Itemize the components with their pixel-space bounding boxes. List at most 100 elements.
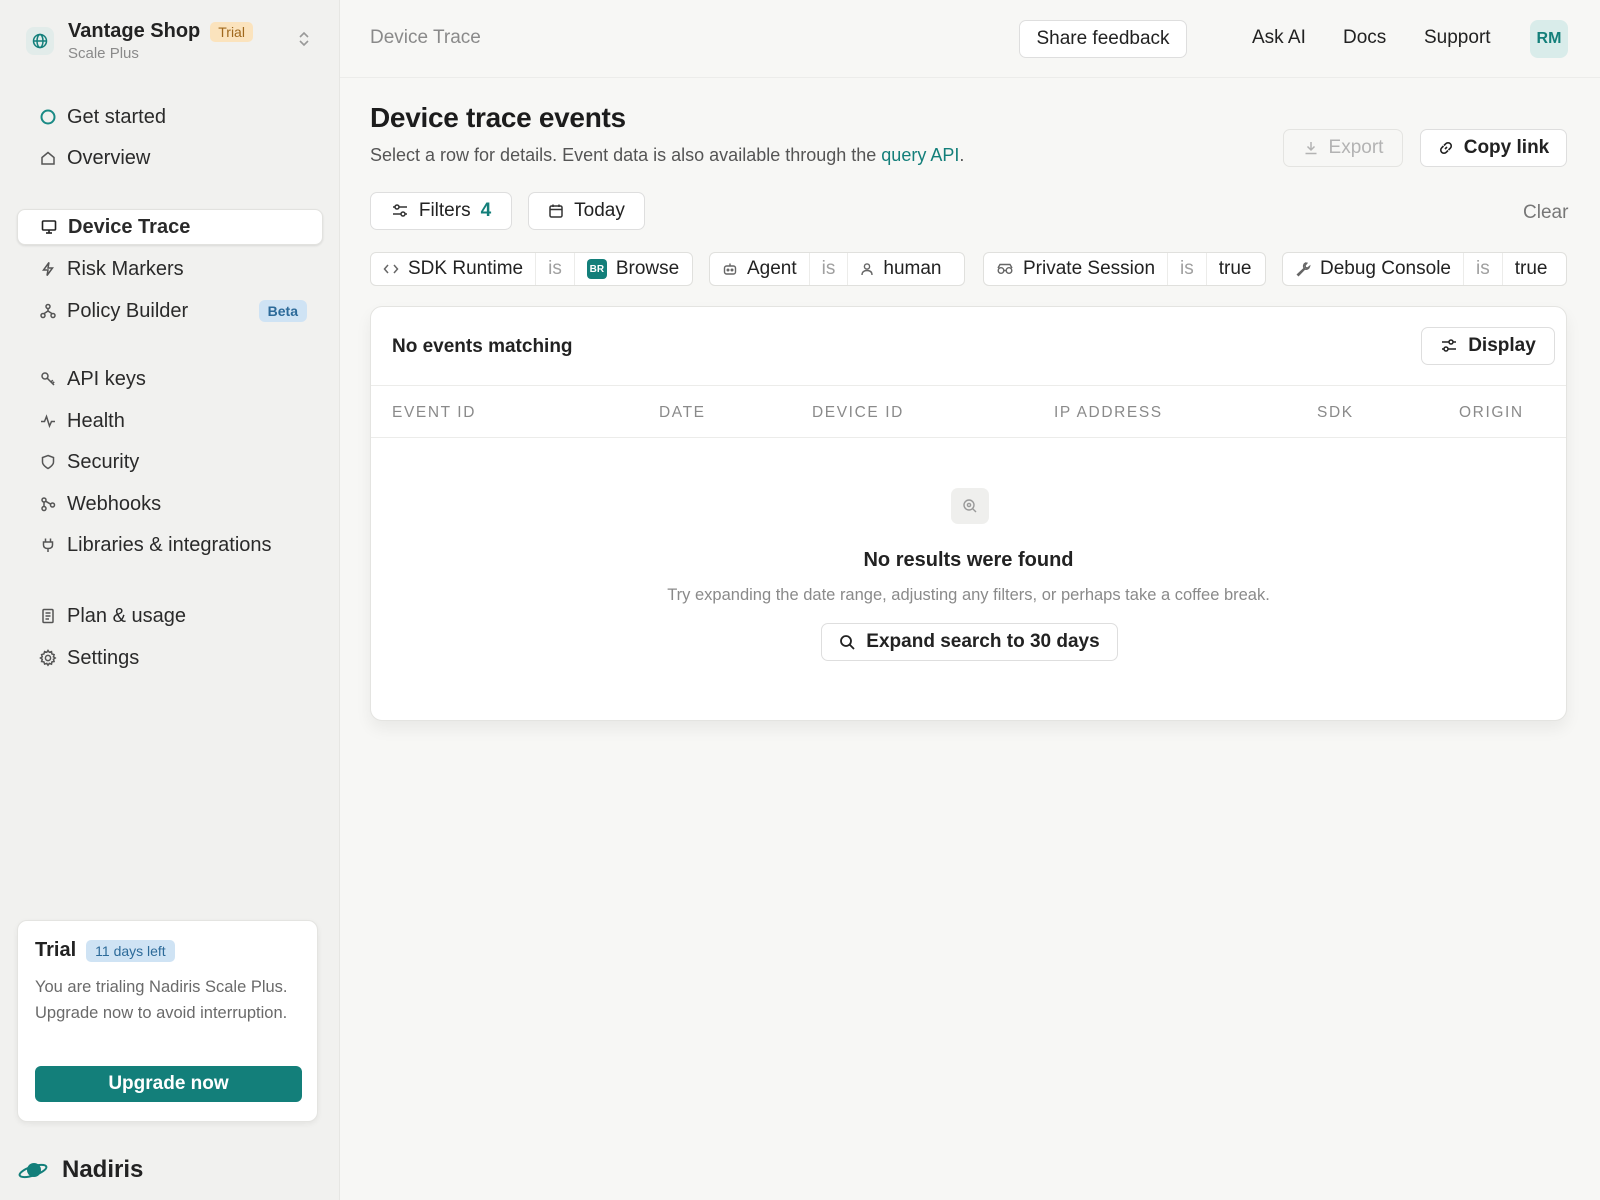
sidebar-item-policy-builder[interactable]: Policy Builder Beta bbox=[17, 293, 323, 329]
column-header-origin[interactable]: ORIGIN bbox=[1459, 404, 1524, 422]
top-bar: Device Trace Share feedback Ask AI Docs … bbox=[340, 0, 1600, 78]
browser-badge: BR bbox=[586, 259, 607, 279]
results-card: No events matching Display EVENT ID DATE… bbox=[370, 306, 1567, 721]
sidebar-item-label: Device Trace bbox=[68, 215, 191, 238]
column-header-event-id[interactable]: EVENT ID bbox=[392, 404, 476, 422]
sidebar-item-label: Settings bbox=[67, 646, 140, 669]
filters-count: 4 bbox=[480, 200, 492, 221]
clear-filters-link[interactable]: Clear bbox=[1523, 202, 1568, 224]
sliders-icon bbox=[391, 203, 409, 219]
pulse-icon bbox=[39, 412, 57, 430]
sidebar: Vantage Shop Trial Scale Plus Get starte… bbox=[0, 0, 340, 1200]
filters-button[interactable]: Filters 4 bbox=[370, 192, 512, 230]
filter-field-label: Private Session bbox=[1023, 258, 1156, 279]
sidebar-item-health[interactable]: Health bbox=[17, 403, 323, 439]
filter-chip-agent[interactable]: Agent is human bbox=[709, 252, 965, 286]
link-icon bbox=[1438, 140, 1454, 156]
avatar[interactable]: RM bbox=[1530, 20, 1568, 58]
column-header-device-id[interactable]: DEVICE ID bbox=[812, 404, 904, 422]
workspace-switcher[interactable]: Vantage Shop Trial Scale Plus bbox=[26, 16, 322, 66]
sidebar-item-libraries-integrations[interactable]: Libraries & integrations bbox=[17, 527, 323, 563]
planet-logo-icon bbox=[18, 1159, 48, 1181]
upgrade-now-button[interactable]: Upgrade now bbox=[35, 1066, 302, 1102]
search-icon bbox=[839, 634, 856, 651]
main-content: Device trace events Select a row for det… bbox=[340, 78, 1600, 1200]
calendar-icon bbox=[548, 203, 564, 219]
trial-card-title: Trial bbox=[35, 939, 77, 961]
date-range-label: Today bbox=[574, 200, 625, 221]
filter-operator: is bbox=[1167, 253, 1206, 285]
display-label: Display bbox=[1468, 335, 1536, 356]
days-left-badge: 11 days left bbox=[86, 939, 175, 962]
sidebar-item-label: Security bbox=[67, 450, 140, 473]
trial-badge: Trial bbox=[210, 21, 253, 42]
expand-search-button[interactable]: Expand search to 30 days bbox=[821, 623, 1118, 661]
page-subtitle-text: Select a row for details. Event data is … bbox=[370, 145, 882, 165]
gear-icon bbox=[39, 649, 57, 667]
column-header-sdk[interactable]: SDK bbox=[1317, 404, 1354, 422]
monitor-icon bbox=[40, 218, 58, 236]
sidebar-item-webhooks[interactable]: Webhooks bbox=[17, 486, 323, 522]
webhook-icon bbox=[39, 495, 57, 513]
wrench-icon bbox=[1295, 261, 1311, 277]
filter-operator: is bbox=[535, 253, 574, 285]
sidebar-item-api-keys[interactable]: API keys bbox=[17, 361, 323, 397]
chevron-updown-icon[interactable] bbox=[298, 30, 310, 48]
query-api-link[interactable]: query API bbox=[881, 145, 959, 165]
filter-chip-value: human bbox=[847, 253, 953, 285]
sidebar-item-overview[interactable]: Overview bbox=[17, 140, 323, 176]
copy-link-button[interactable]: Copy link bbox=[1420, 129, 1567, 167]
page-subtitle-end: . bbox=[959, 145, 965, 165]
sidebar-item-label: Webhooks bbox=[67, 492, 162, 515]
support-link[interactable]: Support bbox=[1424, 27, 1491, 49]
sidebar-item-plan-usage[interactable]: Plan & usage bbox=[17, 598, 323, 634]
docs-link[interactable]: Docs bbox=[1343, 27, 1386, 49]
document-icon bbox=[39, 607, 57, 625]
sidebar-item-label: Overview bbox=[67, 146, 151, 169]
sidebar-item-settings[interactable]: Settings bbox=[17, 640, 323, 676]
plug-icon bbox=[39, 536, 57, 554]
filter-value-label: true bbox=[1501, 253, 1560, 285]
robot-icon bbox=[722, 262, 738, 276]
filter-chip-private-session[interactable]: Private Session is true bbox=[983, 252, 1266, 286]
page-title: Device trace events bbox=[370, 102, 626, 133]
trial-card-body: You are trialing Nadiris Scale Plus. Upg… bbox=[35, 978, 288, 1022]
sidebar-item-label: Libraries & integrations bbox=[67, 533, 272, 556]
filter-chip-value: BR Browse bbox=[573, 253, 691, 285]
filter-field-label: Debug Console bbox=[1320, 258, 1451, 279]
sidebar-item-device-trace[interactable]: Device Trace bbox=[17, 209, 323, 245]
filter-field-label: Agent bbox=[747, 258, 797, 279]
filter-chip-sdk-runtime[interactable]: SDK Runtime is BR Browse bbox=[370, 252, 693, 286]
home-icon bbox=[39, 149, 57, 167]
export-button[interactable]: Export bbox=[1283, 129, 1403, 167]
filter-operator: is bbox=[808, 253, 848, 285]
column-header-date[interactable]: DATE bbox=[659, 404, 706, 422]
filter-chip-field: Agent bbox=[710, 253, 809, 285]
incognito-icon bbox=[996, 262, 1014, 276]
empty-state-subtitle: Try expanding the date range, adjusting … bbox=[667, 586, 1270, 604]
sidebar-item-label: Get started bbox=[67, 105, 166, 128]
copy-link-label: Copy link bbox=[1463, 137, 1550, 158]
display-button[interactable]: Display bbox=[1421, 327, 1555, 365]
globe-icon bbox=[26, 27, 54, 55]
filter-chip-field: SDK Runtime bbox=[371, 253, 535, 285]
filter-chip-debug-console[interactable]: Debug Console is true bbox=[1282, 252, 1567, 286]
breadcrumb[interactable]: Device Trace bbox=[370, 27, 481, 49]
sidebar-item-label: Policy Builder bbox=[67, 299, 189, 322]
column-header-ip-address[interactable]: IP ADDRESS bbox=[1054, 404, 1163, 422]
sidebar-item-security[interactable]: Security bbox=[17, 444, 323, 480]
filter-field-label: SDK Runtime bbox=[408, 258, 524, 279]
sidebar-item-risk-markers[interactable]: Risk Markers bbox=[17, 251, 323, 287]
filter-chip-field: Debug Console bbox=[1283, 253, 1463, 285]
share-feedback-button[interactable]: Share feedback bbox=[1019, 20, 1187, 58]
search-zoom-icon bbox=[951, 488, 989, 524]
ask-ai-link[interactable]: Ask AI bbox=[1252, 27, 1306, 49]
trial-card: Trial 11 days left You are trialing Nadi… bbox=[17, 920, 318, 1122]
key-icon bbox=[39, 370, 57, 388]
brand[interactable]: Nadiris bbox=[18, 1156, 143, 1184]
results-header: No events matching Display bbox=[371, 307, 1566, 386]
sidebar-item-label: Risk Markers bbox=[67, 257, 184, 280]
sidebar-item-get-started[interactable]: Get started bbox=[17, 99, 323, 135]
user-icon bbox=[860, 262, 874, 276]
date-range-button[interactable]: Today bbox=[528, 192, 645, 230]
